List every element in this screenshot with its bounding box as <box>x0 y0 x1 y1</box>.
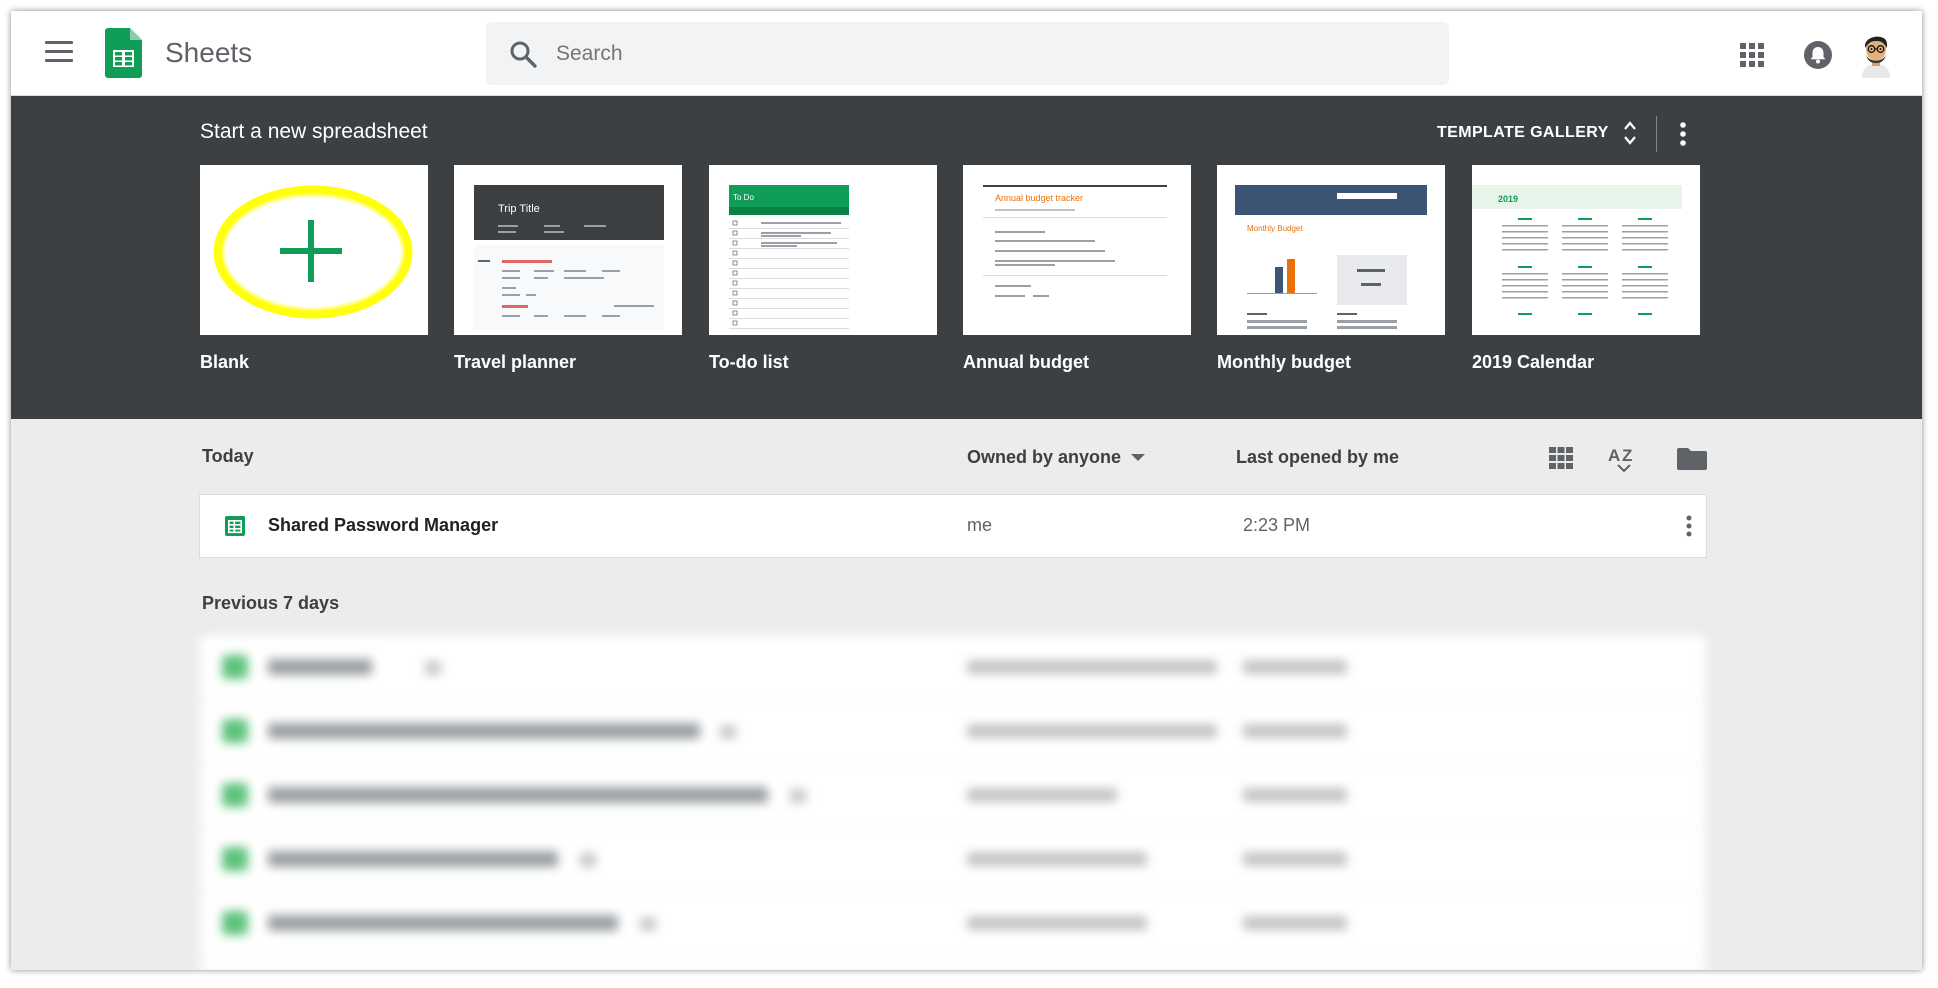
obscured-file-row[interactable] <box>200 635 1706 699</box>
search-bar[interactable] <box>486 22 1449 85</box>
template-travel-planner[interactable]: Trip Title Travel planner <box>454 165 682 373</box>
account-avatar[interactable] <box>1859 30 1893 78</box>
obscured-file-row[interactable] <box>200 891 1706 955</box>
thumb-title: Monthly Budget <box>1247 224 1303 233</box>
template-label: Travel planner <box>454 352 577 372</box>
dropdown-caret-icon <box>1131 454 1146 461</box>
template-thumbnail: Annual budget tracker <box>963 165 1191 335</box>
folder-icon[interactable] <box>1677 445 1707 471</box>
file-row[interactable]: Shared Password Manager me 2:23 PM <box>199 494 1707 558</box>
template-gallery-section: Start a new spreadsheet TEMPLATE GALLERY <box>11 96 1922 419</box>
to-do-preview: To Do <box>729 185 849 329</box>
unfold-icon <box>1623 121 1636 145</box>
template-label: Monthly budget <box>1217 352 1351 372</box>
notifications-bell-icon[interactable] <box>1803 40 1833 70</box>
today-heading: Today <box>202 446 254 466</box>
app-title: Sheets <box>165 37 253 68</box>
template-monthly-budget[interactable]: Monthly Budget Monthly budget <box>1217 165 1445 373</box>
file-owner: me <box>967 515 993 535</box>
sort-az-icon[interactable]: A Z <box>1608 443 1640 473</box>
grid-view-icon[interactable] <box>1549 447 1573 469</box>
template-blank[interactable]: Blank <box>200 165 428 373</box>
travel-planner-preview: Trip Title <box>474 185 664 330</box>
template-thumbnail: To Do <box>709 165 937 335</box>
obscured-file-row[interactable] <box>200 763 1706 827</box>
sort-by-dropdown[interactable]: Last opened by me <box>1236 447 1399 468</box>
search-icon[interactable] <box>508 39 538 69</box>
obscured-file-list <box>199 634 1707 970</box>
menu-icon <box>45 41 73 44</box>
sheets-window: Sheets Search Start a new spreadsheet TE… <box>11 11 1922 970</box>
obscured-file-row[interactable] <box>200 699 1706 763</box>
svg-text:A: A <box>1608 446 1620 465</box>
sheets-logo-icon[interactable] <box>105 28 142 78</box>
calendar-preview: 2019 <box>1472 185 1682 315</box>
template-gallery-label: TEMPLATE GALLERY <box>1437 124 1609 141</box>
previous-7-days-heading: Previous 7 days <box>202 593 340 613</box>
owner-filter-label: Owned by anyone <box>967 447 1122 467</box>
divider <box>1656 116 1657 152</box>
template-label: Blank <box>200 352 250 372</box>
more-vert-icon[interactable] <box>1686 515 1692 537</box>
template-gallery-button[interactable]: TEMPLATE GALLERY <box>1437 118 1637 148</box>
more-vert-icon[interactable] <box>1678 120 1688 148</box>
thumb-title: Trip Title <box>498 203 540 215</box>
owner-filter-dropdown[interactable]: Owned by anyone <box>967 447 1146 468</box>
thumb-title: Annual budget tracker <box>995 193 1083 203</box>
top-bar: Sheets <box>11 11 1922 96</box>
template-2019-calendar[interactable]: 2019 2019 Calendar <box>1472 165 1700 373</box>
file-name: Shared Password Manager <box>268 515 499 535</box>
svg-text:Z: Z <box>1622 446 1632 465</box>
monthly-budget-preview: Monthly Budget <box>1235 185 1427 329</box>
plus-icon <box>213 185 413 319</box>
template-label: To-do list <box>709 352 789 372</box>
thumb-title: 2019 <box>1498 194 1518 204</box>
template-to-do-list[interactable]: To Do To-do list <box>709 165 937 373</box>
template-thumbnail: 2019 <box>1472 165 1700 335</box>
template-thumbnail <box>200 165 428 335</box>
annual-budget-preview: Annual budget tracker <box>983 185 1167 297</box>
obscured-file-row[interactable] <box>200 827 1706 891</box>
template-thumbnail: Monthly Budget <box>1217 165 1445 335</box>
apps-grid-icon[interactable] <box>1740 43 1764 67</box>
thumb-title: To Do <box>733 193 754 202</box>
main-menu-button[interactable] <box>45 41 73 65</box>
file-last-opened: 2:23 PM <box>1243 515 1311 535</box>
template-thumbnail: Trip Title <box>454 165 682 335</box>
section-title: Start a new spreadsheet <box>200 120 428 143</box>
spreadsheet-icon <box>225 516 245 536</box>
template-label: Annual budget <box>963 352 1089 372</box>
template-label: 2019 Calendar <box>1472 352 1595 372</box>
search-input[interactable] <box>556 22 1416 85</box>
template-annual-budget[interactable]: Annual budget tracker Annual budget <box>963 165 1191 373</box>
